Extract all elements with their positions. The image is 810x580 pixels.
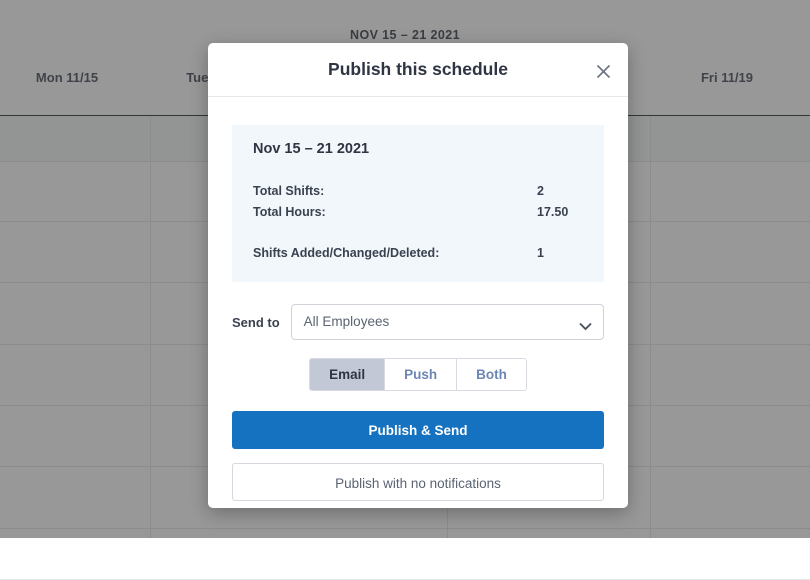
notification-method-segmented-control: Email Push Both [309,358,527,391]
summary-date-range: Nov 15 – 21 2021 [253,141,370,157]
summary-label-shifts-changed: Shifts Added/Changed/Deleted: [253,246,440,260]
send-to-label: Send to [232,314,280,330]
segment-push[interactable]: Push [385,359,458,390]
close-icon[interactable] [591,59,615,83]
summary-label-total-shifts: Total Shifts: [253,184,325,198]
summary-value-total-shifts: 2 [537,184,544,198]
summary-label-total-hours: Total Hours: [253,205,326,219]
summary-row-total-hours: Total Hours: 17.50 [253,202,583,223]
segment-both[interactable]: Both [457,359,526,390]
publish-and-send-button[interactable]: Publish & Send [232,411,604,449]
send-to-select[interactable]: All Employees [290,304,604,340]
send-to-row: Send to All Employees [232,304,604,340]
chevron-down-icon [579,318,592,336]
modal-body: Nov 15 – 21 2021 Total Shifts: 2 Total H… [208,125,628,501]
modal-title: Publish this schedule [328,59,508,79]
modal-header: Publish this schedule [208,43,628,97]
summary-spacer [253,223,583,243]
schedule-summary-panel: Nov 15 – 21 2021 Total Shifts: 2 Total H… [232,125,604,282]
segment-email[interactable]: Email [310,359,386,390]
summary-value-shifts-changed: 1 [537,246,544,260]
publish-schedule-modal: Publish this schedule Nov 15 – 21 2021 T… [208,43,628,508]
summary-value-total-hours: 17.50 [537,205,569,219]
publish-no-notifications-button[interactable]: Publish with no notifications [232,463,604,501]
summary-row-total-shifts: Total Shifts: 2 [253,181,583,202]
summary-row-shifts-changed: Shifts Added/Changed/Deleted: 1 [253,243,583,264]
send-to-selected-value: All Employees [303,314,390,329]
notification-method-row: Email Push Both [232,358,604,391]
